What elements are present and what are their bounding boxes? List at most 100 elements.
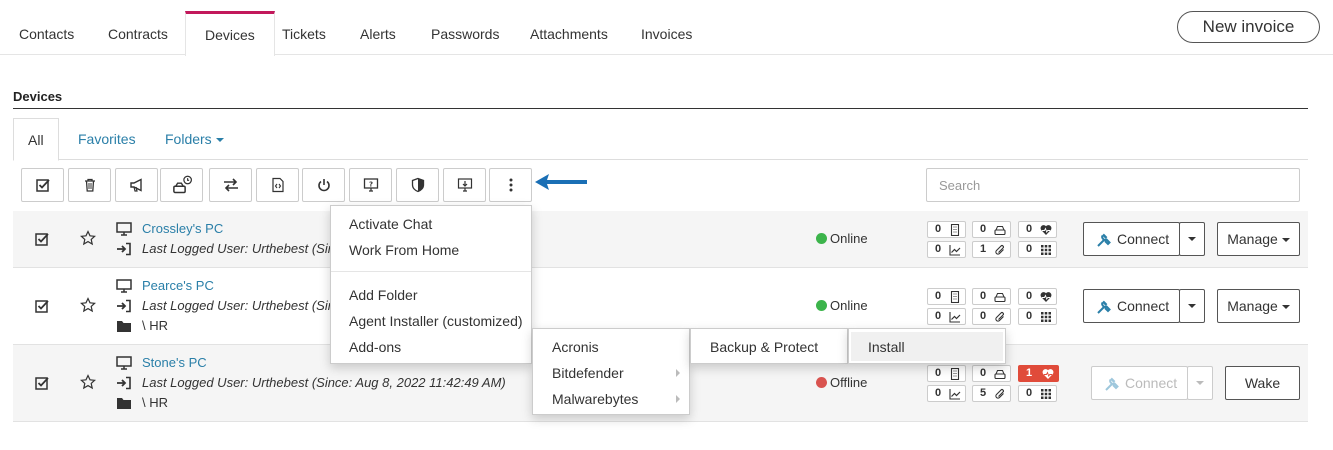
menu-item-activate-chat[interactable]: Activate Chat [349, 216, 432, 232]
tab-attachments[interactable]: Attachments [511, 11, 627, 55]
badge-attachments[interactable]: 0 [972, 308, 1011, 325]
tab-contacts[interactable]: Contacts [0, 11, 93, 55]
badge-health[interactable]: 0 [1018, 288, 1057, 305]
tab-folders[interactable]: Folders [165, 118, 224, 160]
wake-button[interactable]: Wake [1225, 366, 1300, 400]
connect-label: Connect [1117, 231, 1170, 247]
badge-notes[interactable]: 0 [927, 365, 966, 382]
tab-favorites[interactable]: Favorites [78, 118, 136, 160]
star-icon[interactable] [80, 297, 96, 313]
line-chart-icon [949, 389, 961, 400]
connect-dropdown-button[interactable] [1179, 222, 1205, 256]
pointer-arrow-icon [535, 174, 587, 190]
delete-button[interactable] [68, 168, 111, 202]
search-input[interactable] [926, 168, 1300, 202]
heartbeat-icon [1042, 369, 1054, 379]
badge-count: 0 [1026, 290, 1033, 302]
badge-attachments[interactable]: 5 [972, 385, 1011, 402]
badge-drives[interactable]: 0 [972, 288, 1011, 305]
badge-notes[interactable]: 0 [927, 221, 966, 238]
menu-item-add-folder[interactable]: Add Folder [349, 287, 417, 303]
badge-drives[interactable]: 0 [972, 221, 1011, 238]
connect-dropdown-button[interactable] [1187, 366, 1213, 400]
star-icon[interactable] [80, 230, 96, 246]
select-all-icon [35, 179, 50, 192]
menu-item-agent-installer[interactable]: Agent Installer (customized) [349, 313, 523, 329]
badge-apps[interactable]: 0 [1018, 385, 1057, 402]
menu-item-bitdefender[interactable]: Bitdefender [552, 365, 624, 381]
badge-performance[interactable]: 0 [927, 308, 966, 325]
tab-passwords[interactable]: Passwords [412, 11, 518, 55]
connect-button[interactable]: Connect [1083, 222, 1180, 256]
connect-dropdown-button[interactable] [1179, 289, 1205, 323]
download-install-button[interactable] [443, 168, 486, 202]
trash-icon [84, 178, 95, 192]
status-dot [816, 377, 827, 388]
wrench-icon [1097, 300, 1111, 314]
tab-contracts[interactable]: Contracts [89, 11, 187, 55]
device-name-link[interactable]: Stone's PC [142, 355, 207, 370]
menu-item-install[interactable]: Install [868, 339, 905, 355]
tab-devices[interactable]: Devices [185, 11, 275, 56]
badge-apps[interactable]: 0 [1018, 241, 1057, 258]
checkbox-checked-icon[interactable] [34, 231, 50, 247]
table-row[interactable]: Crossley's PC Last Logged User: Urthebes… [13, 211, 1308, 268]
badge-performance[interactable]: 0 [927, 385, 966, 402]
connect-button[interactable]: Connect [1083, 289, 1180, 323]
star-icon[interactable] [80, 374, 96, 390]
badge-count: 0 [935, 243, 942, 255]
badge-count: 0 [980, 310, 987, 322]
badge-count: 0 [935, 290, 942, 302]
manage-button[interactable]: Manage [1217, 289, 1300, 323]
new-invoice-button[interactable]: New invoice [1177, 11, 1320, 43]
badge-notes[interactable]: 0 [927, 288, 966, 305]
status-offline: Offline [816, 375, 867, 390]
badge-health-alert[interactable]: 1 [1018, 365, 1059, 382]
wrench-icon [1097, 233, 1111, 247]
chevron-down-icon [1188, 237, 1196, 241]
badge-performance[interactable]: 0 [927, 241, 966, 258]
power-button[interactable] [302, 168, 345, 202]
select-all-button[interactable] [21, 168, 64, 202]
badge-count: 0 [980, 290, 987, 302]
menu-item-acronis[interactable]: Acronis [552, 339, 599, 355]
checkbox-checked-icon[interactable] [34, 375, 50, 391]
chevron-down-icon [215, 138, 224, 143]
checkbox-checked-icon[interactable] [34, 298, 50, 314]
device-name-link[interactable]: Pearce's PC [142, 278, 214, 293]
badge-apps[interactable]: 0 [1018, 308, 1057, 325]
badge-count: 0 [1026, 310, 1033, 322]
device-name-link[interactable]: Crossley's PC [142, 221, 223, 236]
top-tab-bar: Contacts Contracts Devices Tickets Alert… [0, 0, 1333, 56]
tab-all[interactable]: All [13, 118, 59, 161]
badge-count: 0 [1026, 387, 1033, 399]
svg-text:?: ? [368, 180, 372, 188]
remote-help-button[interactable]: ? [349, 168, 392, 202]
security-button[interactable] [396, 168, 439, 202]
manage-label: Manage [1227, 298, 1278, 314]
transfer-button[interactable] [209, 168, 252, 202]
manage-button[interactable]: Manage [1217, 222, 1300, 256]
menu-item-malwarebytes[interactable]: Malwarebytes [552, 391, 638, 407]
menu-item-work-from-home[interactable]: Work From Home [349, 242, 459, 258]
grid-icon [1041, 312, 1051, 322]
announce-button[interactable] [115, 168, 158, 202]
menu-item-backup-protect[interactable]: Backup & Protect [710, 339, 818, 355]
tab-invoices[interactable]: Invoices [622, 11, 711, 55]
shield-icon [411, 177, 424, 193]
last-logged-user: Last Logged User: Urthebest (Since: Aug … [142, 375, 506, 390]
connect-button[interactable]: Connect [1091, 366, 1188, 400]
paperclip-icon [995, 245, 1004, 255]
chevron-right-icon [676, 369, 680, 377]
tab-alerts[interactable]: Alerts [341, 11, 415, 55]
badge-count: 0 [935, 310, 942, 322]
script-button[interactable] [256, 168, 299, 202]
drive-schedule-button[interactable] [160, 168, 203, 202]
last-logged-user: Last Logged User: Urthebest (Sinc [142, 298, 342, 313]
badge-drives[interactable]: 0 [972, 365, 1011, 382]
menu-item-add-ons[interactable]: Add-ons [349, 339, 401, 355]
badge-attachments[interactable]: 1 [972, 241, 1011, 258]
badge-health[interactable]: 0 [1018, 221, 1057, 238]
more-actions-button[interactable] [489, 168, 532, 202]
tab-tickets[interactable]: Tickets [263, 11, 345, 55]
